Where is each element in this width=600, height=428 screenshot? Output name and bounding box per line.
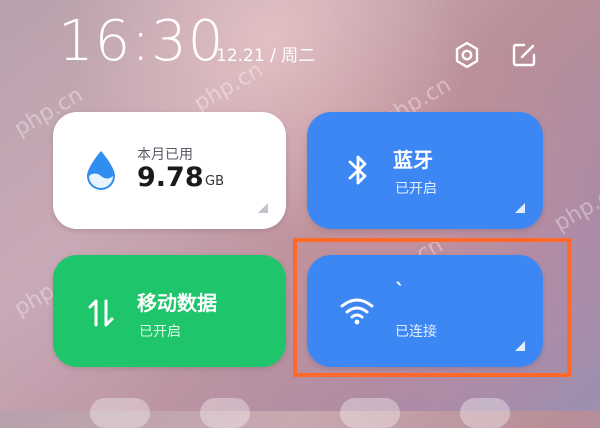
bluetooth-title: 蓝牙 [393,148,433,172]
data-usage-unit: GB [205,174,224,189]
edit-pencil-icon[interactable] [507,38,541,72]
date-weekday: 12.21 / 周二 [216,46,316,66]
mobile-data-status: 已开启 [139,324,181,340]
data-usage-value: 9.78 [137,162,204,193]
partial-tile [340,398,400,428]
partial-tile [90,398,150,428]
data-usage-tile[interactable]: 本月已用 9.78 GB [53,112,286,229]
bluetooth-icon [343,150,373,190]
partial-tile [460,398,510,428]
mobile-data-tile[interactable]: 移动数据 已开启 [53,255,286,367]
data-transfer-arrows-icon [83,295,119,331]
clock-time: 16:30 [58,9,225,74]
expand-corner-icon [515,203,525,213]
bluetooth-tile[interactable]: 蓝牙 已开启 [307,112,543,229]
expand-corner-icon [258,203,268,213]
settings-gear-icon[interactable] [450,38,484,72]
highlight-frame [293,238,571,377]
water-drop-icon [81,148,121,192]
mobile-data-title: 移动数据 [137,291,217,315]
partial-tile [200,398,250,428]
bluetooth-status: 已开启 [395,181,437,197]
data-usage-label: 本月已用 [137,147,193,163]
